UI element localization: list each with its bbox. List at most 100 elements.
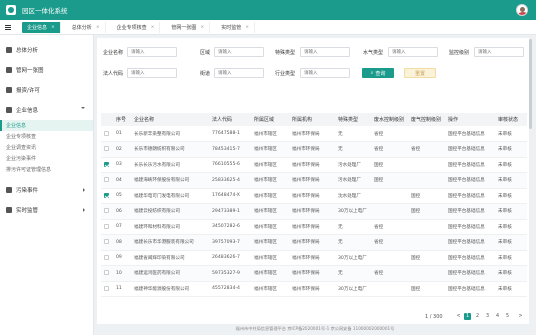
sidebar-item-overall-analysis[interactable]: 总体分析 (0, 40, 93, 60)
tab-realtime-monitor[interactable]: 实时监管 × (216, 21, 255, 33)
status[interactable]: 未审核 (495, 250, 527, 266)
sidebar-item-permits[interactable]: 报资/许可 (0, 80, 93, 100)
sidebar-item-realtime-monitor[interactable]: 实时监管 (0, 200, 93, 220)
status[interactable]: 未审核 (495, 219, 527, 235)
table-row[interactable]: 03 长乐长乐污水有限公司 76610555-6 福州市辖区 福州市环保局 污水处理厂 国控… (101, 157, 527, 173)
table-row[interactable]: 01 长乐新丰染整有限公司 77647588-1 福州市辖区 福州市环保局无省控 国控平台… (101, 126, 527, 142)
status[interactable]: 未审核 (495, 126, 527, 142)
sidebar-subitem-company-info[interactable]: 企业信息 (0, 120, 93, 131)
next-page-button[interactable]: > (517, 313, 524, 320)
sidebar-item-pipe-network[interactable]: 管网一张图 (0, 60, 93, 80)
scrollbar[interactable] (529, 35, 532, 325)
scrollbar-thumb[interactable] (529, 39, 532, 129)
row-checkbox[interactable] (104, 208, 109, 214)
close-icon[interactable]: × (151, 25, 155, 30)
sidebar-subitem-permit-management[interactable]: 排污许可证管理信息 (0, 164, 93, 175)
row-checkbox-cell[interactable] (101, 265, 113, 282)
status[interactable]: 未审核 (495, 141, 527, 158)
operation-link[interactable]: 国控平台基础信息 (445, 172, 495, 189)
operation-link[interactable]: 国控平台基础信息 (445, 265, 495, 282)
special-type-input[interactable] (300, 47, 350, 57)
row-checkbox-cell[interactable] (101, 281, 113, 297)
operation-link[interactable]: 国控平台基础信息 (445, 250, 495, 266)
company-name-input[interactable] (127, 47, 177, 57)
page-button[interactable]: 1 (464, 313, 471, 320)
row-checkbox[interactable] (104, 146, 109, 152)
tab-pipe-network-map[interactable]: 管网一张图 × (166, 21, 211, 33)
operation-link[interactable]: 国控平台基础信息 (445, 157, 495, 173)
status[interactable]: 未审核 (495, 203, 527, 220)
page-button[interactable]: 2 (474, 313, 481, 320)
close-icon[interactable]: × (96, 25, 100, 30)
operation-link[interactable]: 国控平台基础信息 (445, 281, 495, 297)
tab-special-inspection[interactable]: 企业专项核查 × (112, 21, 161, 33)
table-row[interactable]: 09 福建省闽辉印染有限公司 26483626-7 福州市辖区 福州市环保局 30万以上电… (101, 250, 527, 266)
query-button[interactable]: ⌕ 查询 (362, 68, 394, 78)
row-checkbox-cell[interactable] (101, 188, 113, 204)
table-row[interactable]: 08 福建长乐市华港服装有限公司 39757093-7 福州市辖区 福州市环保局无省控 国… (101, 234, 527, 251)
row-checkbox-cell[interactable] (101, 141, 113, 158)
status[interactable]: 未审核 (495, 157, 527, 173)
status[interactable]: 未审核 (495, 188, 527, 204)
table-row[interactable]: 07 福建环和材料有限公司 34507282-6 福州市辖区 福州市环保局无省控 国控平台… (101, 219, 527, 235)
status[interactable]: 未审核 (495, 172, 527, 189)
operation-link[interactable]: 国控平台基础信息 (445, 141, 495, 158)
sidebar-item-pollution-events[interactable]: 污染事件 (0, 180, 93, 200)
industry-type-input[interactable] (300, 68, 350, 78)
page-button[interactable]: 4 (494, 313, 501, 320)
row-checkbox-cell[interactable] (101, 219, 113, 235)
table-row[interactable]: 11 福建神华能源股份有限公司 45572834-4 福州市辖区 福州市环保局 30万以上… (101, 281, 527, 297)
select-all-cell[interactable] (101, 113, 113, 126)
tab-overall-analysis[interactable]: 总体分析 × (67, 21, 106, 33)
prev-page-button[interactable]: < (455, 313, 462, 320)
row-checkbox[interactable] (104, 239, 109, 245)
reset-button[interactable]: 重置 (404, 68, 436, 78)
row-checkbox[interactable] (104, 223, 109, 229)
district-input[interactable] (214, 47, 264, 57)
operation-link[interactable]: 国控平台基础信息 (445, 203, 495, 220)
table-row[interactable]: 06 福建云投纺织有限公司 29473389-1 福州市辖区 福州市环保局 30万以上电厂… (101, 203, 527, 220)
operation-link[interactable]: 国控平台基础信息 (445, 219, 495, 235)
row-checkbox[interactable] (104, 130, 109, 136)
row-checkbox[interactable] (104, 285, 109, 291)
control-level-input[interactable] (474, 47, 524, 57)
street-input[interactable] (214, 68, 264, 78)
row-checkbox-cell[interactable] (101, 250, 113, 266)
water-type-input[interactable] (388, 47, 438, 57)
close-icon[interactable]: × (51, 25, 55, 30)
sidebar-item-company-info[interactable]: 企业信息 (0, 100, 93, 120)
status[interactable]: 未审核 (495, 265, 527, 282)
row-checkbox[interactable] (104, 270, 109, 276)
sidebar-subitem-pollution-events[interactable]: 企业污染事件 (0, 153, 93, 164)
area: 福州市辖区 (251, 157, 289, 173)
operation-link[interactable]: 国控平台基础信息 (445, 126, 495, 142)
status[interactable]: 未审核 (495, 281, 527, 297)
row-checkbox[interactable] (104, 177, 109, 183)
close-icon[interactable]: × (200, 25, 204, 30)
page-button[interactable]: 3 (484, 313, 491, 320)
page-button[interactable]: 5 (504, 313, 511, 320)
close-icon[interactable]: × (245, 25, 249, 30)
row-checkbox-cell[interactable] (101, 157, 113, 173)
table-row[interactable]: 05 福建华电可门发电有限公司 17648474-X 福州市辖区 福州市环保局 沈水处理厂… (101, 188, 527, 204)
table-row[interactable]: 04 福建海峡环保股份有限公司 25833625-4 福州市辖区 福州市环保局 污水处理厂… (101, 172, 527, 189)
tab-company-info[interactable]: 企业信息 × (22, 21, 61, 33)
operation-link[interactable]: 国控平台基础信息 (445, 188, 495, 204)
row-checkbox[interactable] (104, 192, 109, 198)
row-checkbox-cell[interactable] (101, 172, 113, 189)
table-row[interactable]: 10 福建运鸿医药有限公司 59735327-9 福州市辖区 福州市环保局无省控 国控平台… (101, 265, 527, 282)
legal-person-input[interactable] (127, 68, 177, 78)
row-checkbox-cell[interactable] (101, 203, 113, 220)
sidebar-subitem-special-inspection[interactable]: 企业专项核查 (0, 131, 93, 142)
menu-toggle-icon[interactable] (0, 20, 16, 35)
table-row[interactable]: 02 长乐市德朗纺织有限公司 78453415-7 福州市辖区 福州市环保局无省控 省控国… (101, 141, 527, 158)
sidebar-subitem-survey-info[interactable]: 企业调查资讯 (0, 142, 93, 153)
user-avatar[interactable] (516, 4, 528, 16)
row-checkbox[interactable] (104, 254, 109, 260)
row-checkbox[interactable] (104, 161, 109, 167)
chevron-right-icon (83, 188, 85, 192)
row-checkbox-cell[interactable] (101, 234, 113, 251)
operation-link[interactable]: 国控平台基础信息 (445, 234, 495, 251)
row-checkbox-cell[interactable] (101, 126, 113, 142)
status[interactable]: 未审核 (495, 234, 527, 251)
